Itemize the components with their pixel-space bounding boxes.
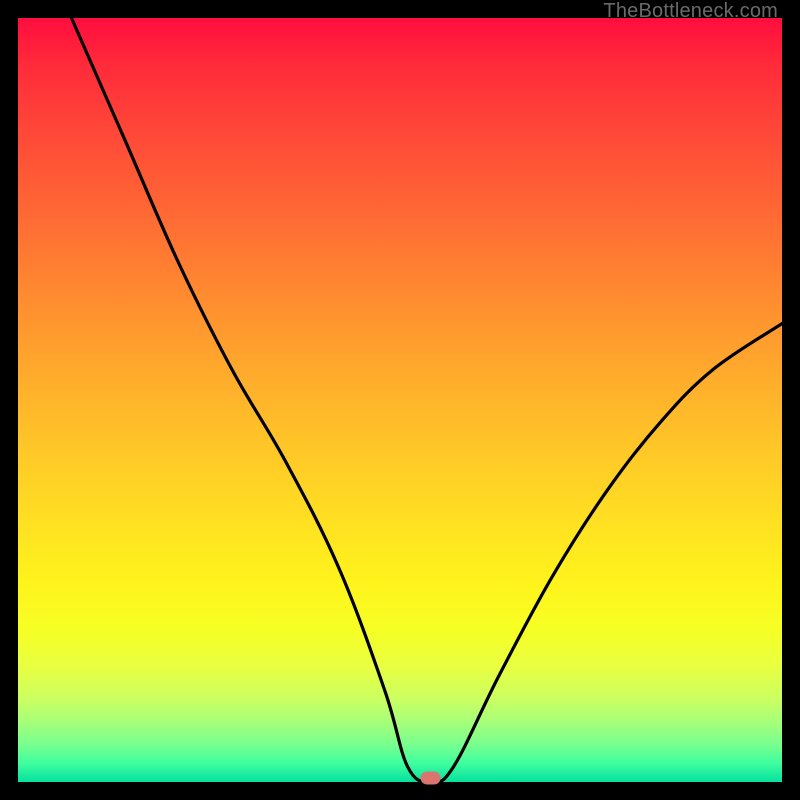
chart-frame: TheBottleneck.com	[0, 0, 800, 800]
bottleneck-curve-svg	[18, 18, 782, 782]
bottleneck-curve	[72, 18, 783, 782]
minimum-marker	[421, 772, 441, 785]
plot-area	[18, 18, 782, 782]
